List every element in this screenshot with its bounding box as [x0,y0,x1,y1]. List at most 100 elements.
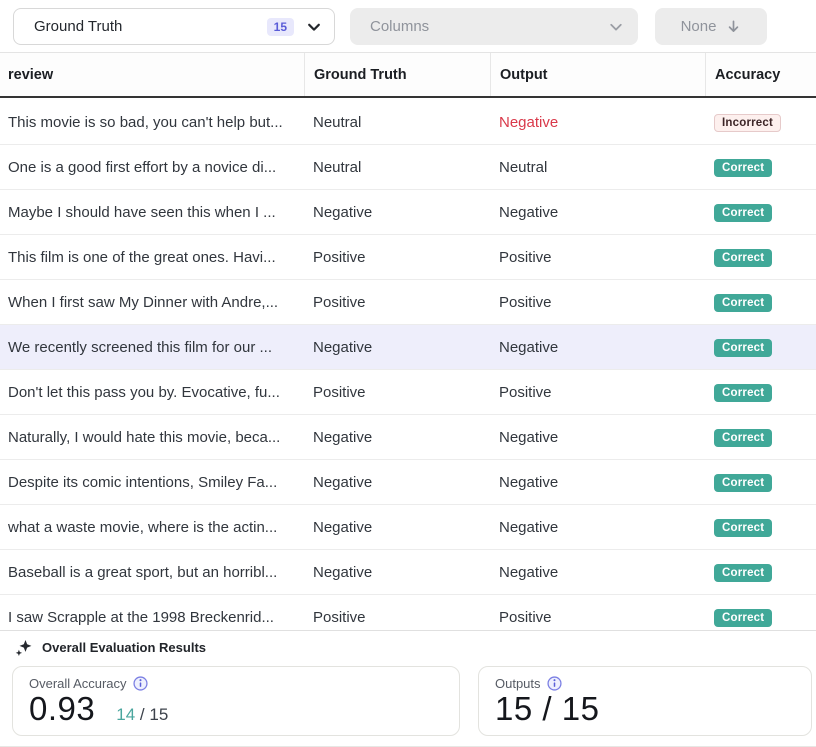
accuracy-cell: Correct [705,338,816,357]
ground-truth-cell: Negative [304,564,490,581]
review-cell: Baseball is a great sport, but an horrib… [0,564,304,581]
sparkles-icon [14,638,33,657]
column-header-ground-truth[interactable]: Ground Truth [304,53,490,96]
table-row[interactable]: Despite its comic intentions, Smiley Fa.… [0,460,816,505]
accuracy-badge: Correct [714,609,772,627]
column-header-review[interactable]: review [0,53,304,96]
accuracy-fraction: 14 / 15 [116,705,168,725]
output-cell: Negative [490,519,705,536]
accuracy-badge: Correct [714,474,772,492]
overall-results-panel: Overall Evaluation Results Overall Accur… [0,630,816,747]
accuracy-badge: Correct [714,204,772,222]
row-count-badge: 15 [267,18,294,36]
accuracy-cell: Correct [705,293,816,312]
table-row[interactable]: One is a good first effort by a novice d… [0,145,816,190]
review-cell: One is a good first effort by a novice d… [0,159,304,176]
accuracy-badge: Incorrect [714,114,781,132]
accuracy-badge: Correct [714,384,772,402]
accuracy-badge: Correct [714,159,772,177]
table-row[interactable]: Naturally, I would hate this movie, beca… [0,415,816,460]
accuracy-badge: Correct [714,429,772,447]
output-cell: Neutral [490,159,705,176]
output-cell: Positive [490,294,705,311]
overall-accuracy-card: Overall Accuracy 0.93 14 / 15 [12,666,460,736]
ground-truth-cell: Negative [304,204,490,221]
ground-truth-cell: Neutral [304,114,490,131]
chevron-down-icon [608,19,624,35]
review-cell: I saw Scrapple at the 1998 Breckenrid... [0,609,304,626]
review-cell: Don't let this pass you by. Evocative, f… [0,384,304,401]
table-header: review Ground Truth Output Accuracy [0,53,816,98]
accuracy-cell: Incorrect [705,113,816,132]
review-cell: Maybe I should have seen this when I ... [0,204,304,221]
info-icon[interactable] [133,676,148,691]
accuracy-cell: Correct [705,518,816,537]
table-row[interactable]: Maybe I should have seen this when I ...… [0,190,816,235]
ground-truth-cell: Negative [304,429,490,446]
table-row[interactable]: We recently screened this film for our .… [0,325,816,370]
table-row[interactable]: what a waste movie, where is the actin..… [0,505,816,550]
dataset-select-label: Ground Truth [34,18,122,35]
table-row[interactable]: Don't let this pass you by. Evocative, f… [0,370,816,415]
arrow-down-icon [726,19,741,34]
overall-accuracy-label: Overall Accuracy [29,676,127,691]
column-header-output[interactable]: Output [490,53,705,96]
outputs-card: Outputs 15 / 15 [478,666,812,736]
output-cell: Negative [490,204,705,221]
ground-truth-cell: Negative [304,519,490,536]
ground-truth-cell: Neutral [304,159,490,176]
ground-truth-cell: Negative [304,474,490,491]
review-cell: This film is one of the great ones. Havi… [0,249,304,266]
review-cell: We recently screened this film for our .… [0,339,304,356]
info-icon[interactable] [547,676,562,691]
outputs-label: Outputs [495,676,541,691]
dataset-select[interactable]: Ground Truth 15 [13,8,335,45]
sort-button[interactable]: None [655,8,767,45]
review-cell: Despite its comic intentions, Smiley Fa.… [0,474,304,491]
ground-truth-cell: Positive [304,294,490,311]
accuracy-cell: Correct [705,203,816,222]
accuracy-cell: Correct [705,158,816,177]
output-cell: Positive [490,609,705,626]
output-cell: Negative [490,339,705,356]
output-cell: Negative [490,429,705,446]
table-row[interactable]: Baseball is a great sport, but an horrib… [0,550,816,595]
ground-truth-cell: Positive [304,384,490,401]
output-cell: Positive [490,384,705,401]
overall-results-title: Overall Evaluation Results [42,640,206,655]
outputs-value: 15 / 15 [495,691,599,727]
accuracy-cell: Correct [705,428,816,447]
chevron-down-icon [306,19,322,35]
table-row[interactable]: This film is one of the great ones. Havi… [0,235,816,280]
output-cell: Negative [490,114,705,131]
accuracy-cell: Correct [705,473,816,492]
accuracy-cell: Correct [705,563,816,582]
column-header-accuracy[interactable]: Accuracy [705,53,816,96]
accuracy-badge: Correct [714,339,772,357]
accuracy-badge: Correct [714,519,772,537]
table-row[interactable]: When I first saw My Dinner with Andre,..… [0,280,816,325]
output-cell: Negative [490,474,705,491]
toolbar: Ground Truth 15 Columns None [0,0,816,53]
accuracy-badge: Correct [714,564,772,582]
output-cell: Negative [490,564,705,581]
ground-truth-cell: Positive [304,609,490,626]
table-row[interactable]: This movie is so bad, you can't help but… [0,100,816,145]
output-cell: Positive [490,249,705,266]
columns-select[interactable]: Columns [350,8,638,45]
ground-truth-cell: Positive [304,249,490,266]
review-cell: Naturally, I would hate this movie, beca… [0,429,304,446]
accuracy-badge: Correct [714,249,772,267]
columns-select-placeholder: Columns [370,18,608,35]
accuracy-cell: Correct [705,608,816,627]
table-body: This movie is so bad, you can't help but… [0,100,816,640]
overall-accuracy-value: 0.93 [29,691,95,727]
review-cell: This movie is so bad, you can't help but… [0,114,304,131]
sort-button-label: None [681,18,717,35]
review-cell: When I first saw My Dinner with Andre,..… [0,294,304,311]
evaluation-results-page: Ground Truth 15 Columns None review Grou… [0,0,816,747]
ground-truth-cell: Negative [304,339,490,356]
accuracy-cell: Correct [705,248,816,267]
accuracy-badge: Correct [714,294,772,312]
accuracy-cell: Correct [705,383,816,402]
